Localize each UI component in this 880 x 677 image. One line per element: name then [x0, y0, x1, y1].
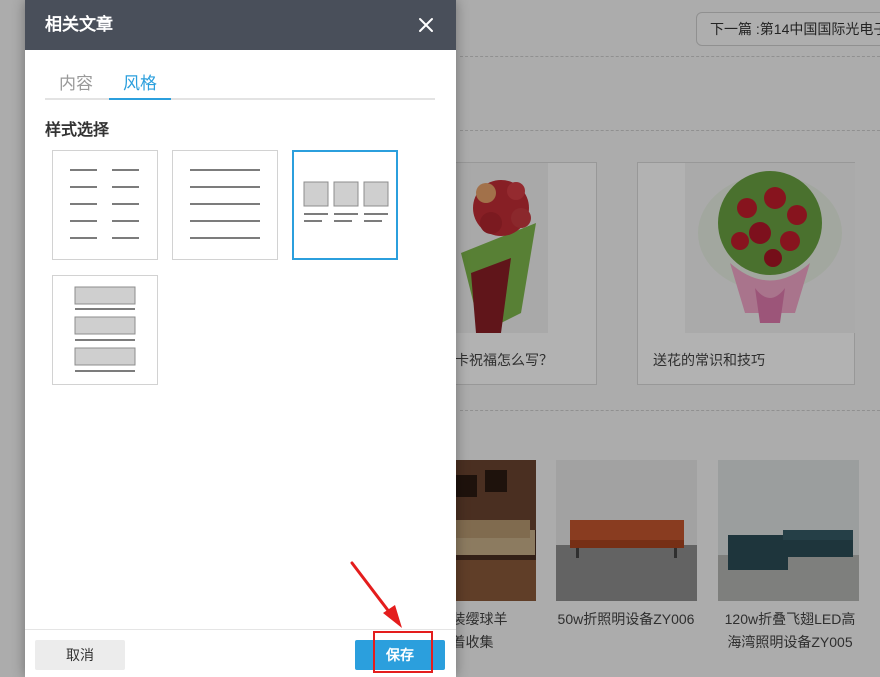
- dialog-title: 相关文章: [45, 15, 113, 34]
- close-icon[interactable]: [414, 13, 438, 37]
- cancel-button[interactable]: 取消: [35, 640, 125, 670]
- style-option-single-column-list[interactable]: [172, 150, 278, 260]
- style-option-three-column-grid[interactable]: [292, 150, 398, 260]
- tab-content[interactable]: 内容: [45, 70, 107, 100]
- style-option-stacked-image-list[interactable]: [52, 275, 158, 385]
- red-arrow-icon: [350, 561, 402, 628]
- save-highlight-box: [373, 631, 433, 673]
- tab-style[interactable]: 风格: [109, 70, 171, 100]
- section-label: 样式选择: [45, 122, 110, 139]
- style-option-two-column-list[interactable]: [52, 150, 158, 260]
- tab-bar: 内容 风格: [45, 70, 435, 100]
- dialog-header: 相关文章: [25, 0, 456, 50]
